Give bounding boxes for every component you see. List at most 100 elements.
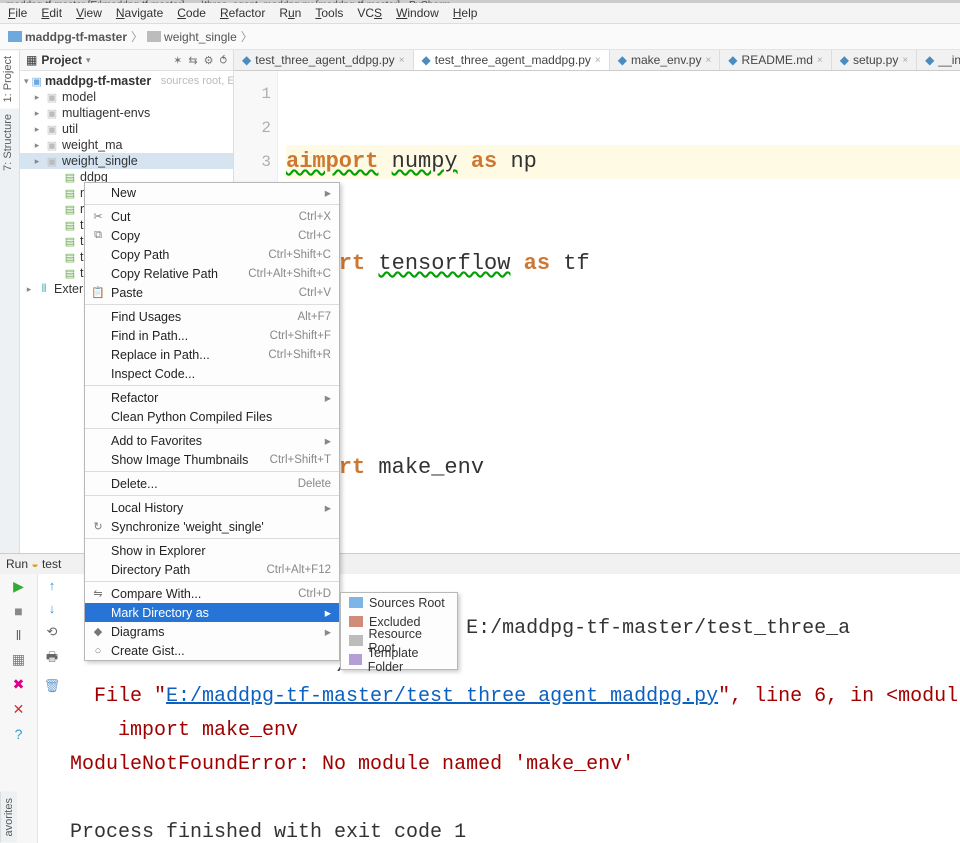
shortcut-label: Ctrl+V (299, 287, 331, 299)
menu-file[interactable]: File (8, 6, 27, 20)
rerun-icon[interactable]: ▶ (13, 578, 24, 595)
library-icon: ⫴ (37, 283, 51, 296)
context-menu-item[interactable]: Find UsagesAlt+F7 (85, 307, 339, 326)
traceback-link[interactable]: E:/maddpg-tf-master/test_three_agent_mad… (166, 685, 718, 708)
menu-tools[interactable]: Tools (315, 6, 343, 20)
menu-view[interactable]: View (76, 6, 102, 20)
close-tab-icon[interactable]: × (817, 55, 823, 66)
expand-icon[interactable]: ▸ (32, 108, 42, 119)
menu-window[interactable]: Window (396, 6, 439, 20)
toolbar-icon[interactable]: ✶ (173, 54, 182, 67)
context-menu-item[interactable]: Local History▸ (85, 498, 339, 517)
context-menu-item[interactable]: ↻Synchronize 'weight_single' (85, 517, 339, 536)
editor-tab[interactable]: ◆test_three_agent_ddpg.py× (234, 50, 414, 70)
menu-navigate[interactable]: Navigate (116, 6, 163, 20)
menu-edit[interactable]: Edit (41, 6, 62, 20)
python-file-icon: ◆ (925, 53, 934, 67)
editor-tab[interactable]: ◆setup.py× (832, 50, 917, 70)
context-menu-item[interactable]: Show in Explorer (85, 541, 339, 560)
close-tab-icon[interactable]: × (902, 55, 908, 66)
breadcrumb-root[interactable]: maddpg-tf-master (8, 30, 127, 44)
expand-icon[interactable]: ▾ (24, 76, 29, 87)
close-tab-icon[interactable]: ✖ (13, 676, 25, 693)
toolbar-icon[interactable]: ⥀ (219, 54, 227, 67)
close-tab-icon[interactable]: × (595, 55, 601, 66)
tree-root[interactable]: ▾ ▣ maddpg-tf-master sources root, E:\ (20, 73, 233, 89)
context-menu-item[interactable]: Replace in Path...Ctrl+Shift+R (85, 345, 339, 364)
context-menu-item[interactable]: Copy PathCtrl+Shift+C (85, 245, 339, 264)
run-config-icon: ◒ (31, 557, 38, 571)
tree-item[interactable]: ▸▣util (20, 121, 233, 137)
tree-item[interactable]: ▸▣multiagent-envs (20, 105, 233, 121)
expand-icon[interactable]: ▸ (32, 92, 42, 103)
sidebar-tab-structure[interactable]: 7: Structure (0, 108, 19, 177)
menu-run[interactable]: Run (279, 6, 301, 20)
close-tab-icon[interactable]: × (705, 55, 711, 66)
menu-help[interactable]: Help (453, 6, 478, 20)
context-menu-item[interactable]: ○Create Gist... (85, 641, 339, 660)
clear-icon[interactable]: 🗑 (44, 678, 61, 694)
context-menu-item[interactable]: New▸ (85, 183, 339, 202)
shortcut-label: Ctrl+Alt+Shift+C (248, 268, 331, 280)
file-icon: ▤ (63, 171, 77, 184)
up-icon[interactable]: ↑ (49, 578, 56, 593)
print-icon[interactable]: 🖶 (46, 648, 58, 670)
editor-tab[interactable]: ◆__in× (917, 50, 960, 70)
context-menu-item[interactable]: ⇋Compare With...Ctrl+D (85, 584, 339, 603)
editor-tab[interactable]: ◆test_three_agent_maddpg.py× (414, 50, 610, 70)
dropdown-icon[interactable]: ▾ (86, 55, 91, 66)
submenu-item[interactable]: Template Folder (341, 650, 457, 669)
context-menu-item[interactable]: Find in Path...Ctrl+Shift+F (85, 326, 339, 345)
context-menu-item[interactable]: Refactor▸ (85, 388, 339, 407)
toolbar-icon[interactable]: ⚙ (204, 54, 214, 67)
context-menu-item[interactable]: 📋PasteCtrl+V (85, 283, 339, 302)
menu-item-icon: ↻ (91, 520, 105, 533)
context-menu-item[interactable]: Show Image ThumbnailsCtrl+Shift+T (85, 450, 339, 469)
wrap-icon[interactable]: ⟲ (47, 624, 58, 640)
editor-tab[interactable]: ◆make_env.py× (610, 50, 721, 70)
sidebar-tab-project[interactable]: 1: Project (0, 50, 19, 108)
folder-icon: ▣ (32, 75, 42, 88)
context-menu: New▸ ✂CutCtrl+X⧉CopyCtrl+CCopy PathCtrl+S… (84, 182, 340, 661)
toolbar-icon[interactable]: ⇆ (188, 54, 197, 67)
expand-icon[interactable]: ▸ (24, 284, 34, 295)
stop-icon[interactable]: ■ (14, 603, 22, 619)
run-config-name[interactable]: test (42, 557, 61, 571)
stop-icon-red[interactable]: ✕ (13, 701, 25, 718)
context-menu-item[interactable]: ✂CutCtrl+X (85, 207, 339, 226)
project-panel-title[interactable]: Project (41, 53, 82, 67)
context-menu-item[interactable]: Delete...Delete (85, 474, 339, 493)
help-icon[interactable]: ? (15, 726, 23, 742)
expand-icon[interactable]: ▸ (32, 140, 42, 151)
breadcrumb-folder[interactable]: weight_single (147, 30, 237, 44)
context-menu-item[interactable]: Inspect Code... (85, 364, 339, 383)
attach-icon[interactable]: ▦ (12, 651, 25, 668)
menu-refactor[interactable]: Refactor (220, 6, 265, 20)
menu-vcs[interactable]: VCS (357, 6, 382, 20)
context-menu-item[interactable]: Copy Relative PathCtrl+Alt+Shift+C (85, 264, 339, 283)
expand-icon[interactable]: ▸ (32, 124, 42, 135)
context-menu-item[interactable]: ◆Diagrams▸ (85, 622, 339, 641)
context-menu-item[interactable]: Mark Directory as▸ (85, 603, 339, 622)
context-menu-item[interactable]: ⧉CopyCtrl+C (85, 226, 339, 245)
submenu-arrow-icon: ▸ (325, 605, 331, 620)
context-menu-item[interactable]: Clean Python Compiled Files (85, 407, 339, 426)
sidebar-tab-favorites[interactable]: avorites (0, 792, 17, 843)
tree-item[interactable]: ▸▣weight_ma (20, 137, 233, 153)
submenu-arrow-icon: ▸ (325, 500, 331, 515)
tree-item[interactable]: ▸▣model (20, 89, 233, 105)
pause-icon[interactable]: ‖ (16, 627, 22, 643)
close-tab-icon[interactable]: × (399, 55, 405, 66)
editor-tab[interactable]: ◆README.md× (720, 50, 831, 70)
context-menu-item[interactable]: Directory PathCtrl+Alt+F12 (85, 560, 339, 579)
file-icon: ▤ (63, 219, 77, 232)
menu-item-icon: ⇋ (91, 587, 105, 600)
folder-icon: ▣ (45, 139, 59, 152)
menu-code[interactable]: Code (177, 6, 206, 20)
tree-item[interactable]: ▸▣weight_single (20, 153, 233, 169)
shortcut-label: Ctrl+Shift+F (270, 330, 331, 342)
expand-icon[interactable]: ▸ (32, 156, 42, 167)
context-menu-item[interactable]: Add to Favorites▸ (85, 431, 339, 450)
submenu-item[interactable]: Sources Root (341, 593, 457, 612)
down-icon[interactable]: ↓ (49, 601, 56, 616)
